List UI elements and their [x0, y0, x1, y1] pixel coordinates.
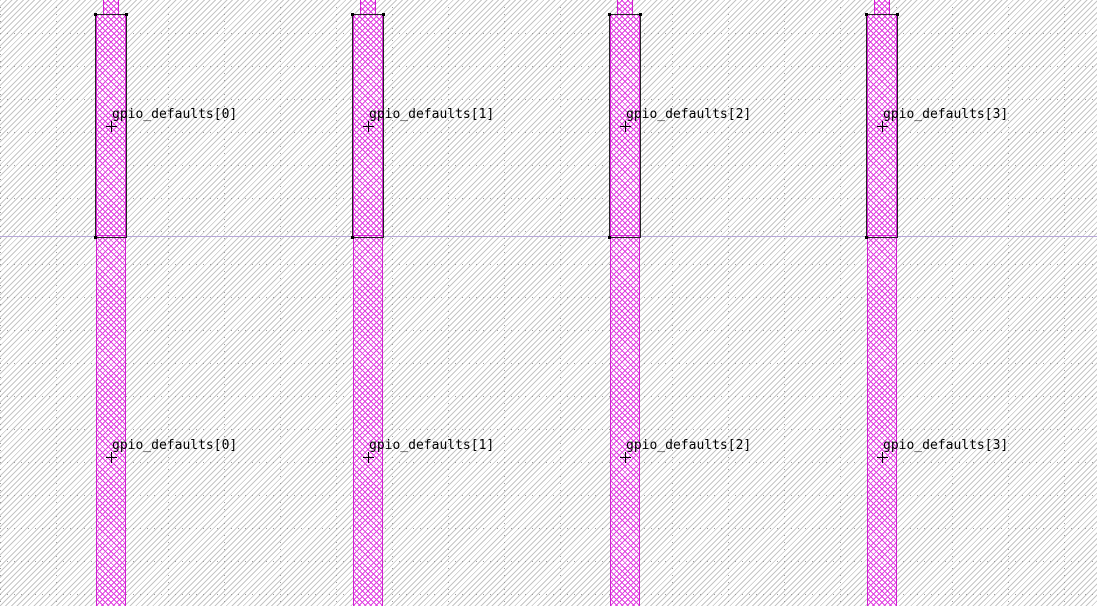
pin-origin-marker	[877, 121, 888, 132]
pin-origin-marker	[620, 121, 631, 132]
pin-label: gpio_defaults[3]	[883, 438, 1009, 453]
pin-label: gpio_defaults[2]	[626, 107, 752, 122]
pin-origin-marker	[877, 452, 888, 463]
vertex-handle[interactable]	[351, 13, 354, 16]
pin-label: gpio_defaults[1]	[369, 438, 495, 453]
pin-origin-marker	[363, 452, 374, 463]
cell-boundary-line	[0, 236, 1097, 237]
layout-canvas[interactable]: gpio_defaults[0] gpio_defaults[0] gpio_d…	[0, 0, 1097, 606]
pin-stub	[617, 0, 633, 14]
vertex-handle[interactable]	[351, 236, 354, 239]
pin-origin-marker	[620, 452, 631, 463]
vertex-handle[interactable]	[896, 13, 899, 16]
pin-label: gpio_defaults[2]	[626, 438, 752, 453]
pin-origin-marker	[106, 452, 117, 463]
pin-label: gpio_defaults[1]	[369, 107, 495, 122]
pin-stub	[874, 0, 890, 14]
vertex-handle[interactable]	[865, 13, 868, 16]
pin-label: gpio_defaults[3]	[883, 107, 1009, 122]
pin-stub	[103, 0, 119, 14]
vertex-handle[interactable]	[639, 13, 642, 16]
pin-shape-lower[interactable]	[353, 238, 383, 606]
vertex-handle[interactable]	[865, 236, 868, 239]
pin-shape-lower[interactable]	[867, 238, 897, 606]
pin-shape-lower[interactable]	[96, 238, 126, 606]
vertex-handle[interactable]	[608, 13, 611, 16]
vertex-handle[interactable]	[94, 236, 97, 239]
pin-origin-marker	[363, 121, 374, 132]
vertex-handle[interactable]	[382, 13, 385, 16]
dot-grid	[0, 3, 1097, 606]
vertex-handle[interactable]	[94, 13, 97, 16]
pin-shape-lower[interactable]	[610, 238, 640, 606]
vertex-handle[interactable]	[608, 236, 611, 239]
pin-stub	[360, 0, 376, 14]
pin-label: gpio_defaults[0]	[112, 438, 238, 453]
vertex-handle[interactable]	[125, 13, 128, 16]
pin-origin-marker	[106, 121, 117, 132]
pin-label: gpio_defaults[0]	[112, 107, 238, 122]
